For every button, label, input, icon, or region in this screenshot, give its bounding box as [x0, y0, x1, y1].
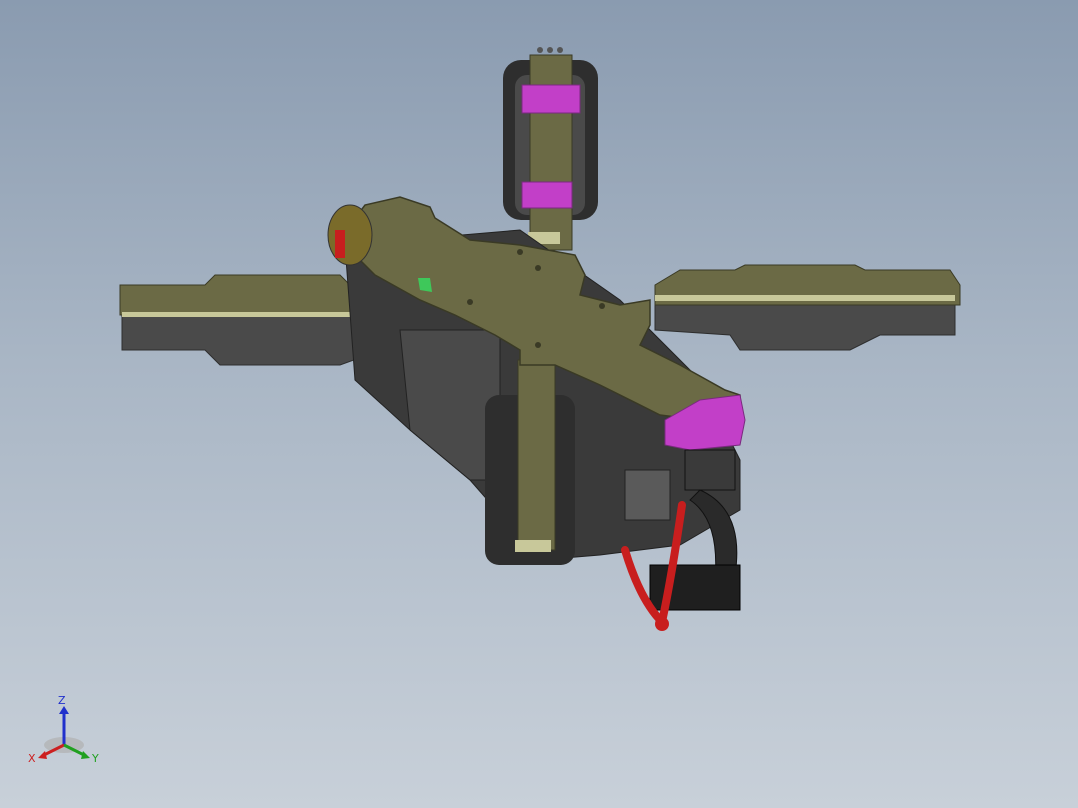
rear-arm	[503, 47, 598, 251]
z-axis-label: Z	[58, 694, 66, 707]
left-motor	[327, 204, 373, 266]
drone-frame-model[interactable]	[0, 0, 1078, 808]
green-component	[418, 278, 432, 292]
orientation-triad: Z X Y	[28, 694, 99, 765]
y-axis-arrowhead	[81, 751, 90, 759]
y-axis-label: Y	[91, 752, 99, 765]
x-axis-arrowhead	[38, 751, 47, 759]
z-axis-arrowhead	[59, 706, 69, 714]
right-arm	[654, 264, 961, 351]
x-axis-label: X	[28, 752, 36, 765]
cad-viewport[interactable]: Z X Y	[0, 0, 1078, 808]
